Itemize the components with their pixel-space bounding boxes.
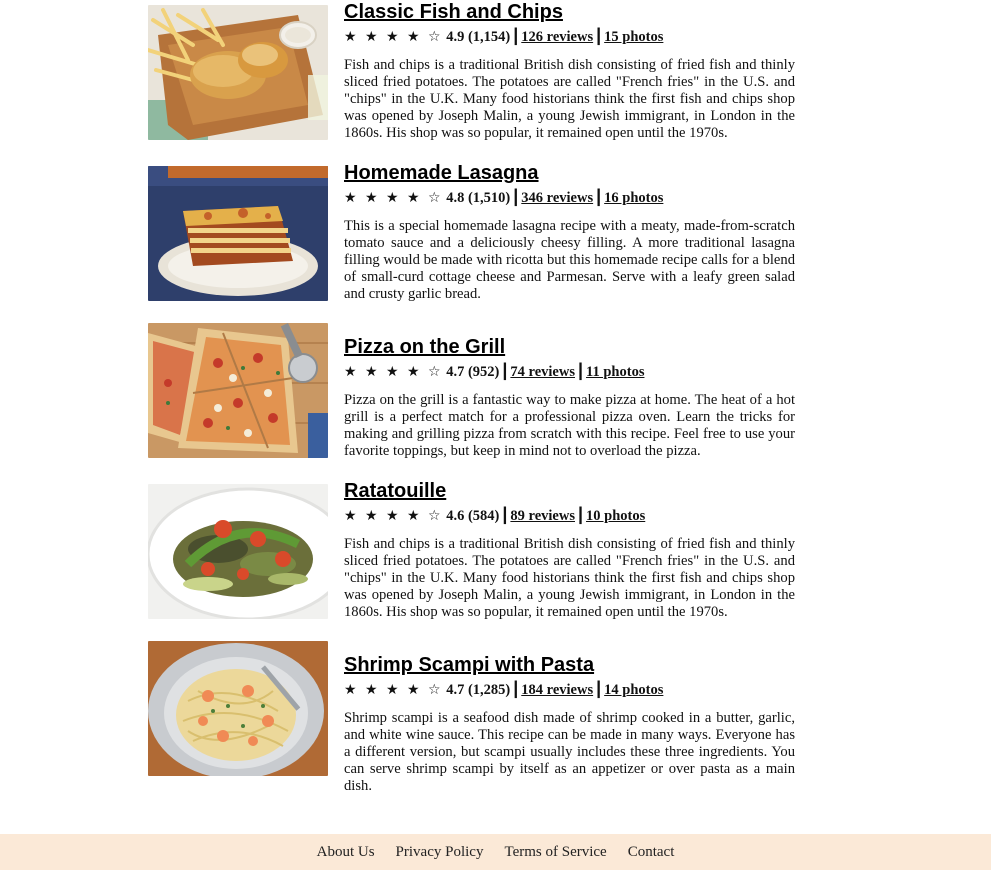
reviews-link[interactable]: 89 reviews (510, 508, 575, 524)
rating-score: 4.6 (584) (446, 508, 500, 524)
separator: | (502, 504, 508, 524)
recipe-description: Fish and chips is a traditional British … (344, 57, 795, 141)
star-rating-icon: ★ ★ ★ ★ ☆ (344, 508, 443, 524)
separator: | (596, 25, 602, 45)
separator: | (513, 186, 519, 206)
rating-score: 4.7 (1,285) (446, 682, 511, 698)
recipe-photo-pizza[interactable] (148, 323, 328, 458)
recipe-description: Shrimp scampi is a seafood dish made of … (344, 710, 795, 794)
separator: | (577, 504, 584, 524)
ratatouille-image (148, 484, 328, 619)
reviews-link[interactable]: 184 reviews (521, 682, 593, 698)
photos-link[interactable]: 10 photos (586, 508, 645, 524)
recipe-description: Pizza on the grill is a fantastic way to… (344, 392, 795, 459)
separator: | (513, 25, 519, 45)
recipe-info: Classic Fish and Chips ★ ★ ★ ★ ☆ 4.9 (1,… (344, 0, 795, 142)
star-rating-icon: ★ ★ ★ ★ ☆ (344, 682, 443, 698)
recipe-info: Ratatouille ★ ★ ★ ★ ☆ 4.6 (584) | 89 revie… (344, 479, 795, 621)
lasagna-image (148, 166, 328, 301)
recipe-description: Fish and chips is a traditional British … (344, 536, 795, 620)
recipe-photo-shrimp-scampi[interactable] (148, 641, 328, 776)
photos-link[interactable]: 16 photos (604, 190, 663, 206)
footer-link-contact[interactable]: Contact (628, 844, 675, 861)
recipe-info: Pizza on the Grill ★ ★ ★ ★ ☆ 4.7 (952) | 7… (344, 335, 795, 460)
footer-link-terms[interactable]: Terms of Service (504, 844, 606, 861)
recipe-photo-lasagna[interactable] (148, 166, 328, 301)
recipe-meta: ★ ★ ★ ★ ☆ 4.9 (1,154) | 126 reviews | 15 pho… (344, 24, 795, 48)
star-rating-icon: ★ ★ ★ ★ ☆ (344, 190, 443, 206)
recipe-meta: ★ ★ ★ ★ ☆ 4.8 (1,510) | 346 reviews | 16 pho… (344, 185, 795, 209)
separator: | (502, 360, 508, 380)
rating-score: 4.8 (1,510) (446, 190, 511, 206)
recipe-title-link[interactable]: Homemade Lasagna (344, 161, 795, 185)
star-rating-icon: ★ ★ ★ ★ ☆ (344, 364, 443, 380)
separator: | (513, 678, 519, 698)
fish-and-chips-image (148, 5, 328, 140)
site-footer: About Us Privacy Policy Terms of Service… (0, 834, 991, 870)
recipe-title-link[interactable]: Classic Fish and Chips (344, 0, 795, 24)
recipe-title-link[interactable]: Ratatouille (344, 479, 795, 503)
rating-score: 4.7 (952) (446, 364, 500, 380)
reviews-link[interactable]: 74 reviews (510, 364, 575, 380)
recipe-info: Homemade Lasagna ★ ★ ★ ★ ☆ 4.8 (1,510) | 3… (344, 161, 795, 303)
recipe-description: This is a special homemade lasagna recip… (344, 218, 795, 302)
reviews-link[interactable]: 126 reviews (521, 29, 593, 45)
pizza-image (148, 323, 328, 458)
recipe-title-link[interactable]: Pizza on the Grill (344, 335, 795, 359)
recipe-photo-fish-and-chips[interactable] (148, 5, 328, 140)
recipe-meta: ★ ★ ★ ★ ☆ 4.7 (952) | 74 reviews | 11 photos (344, 359, 795, 383)
separator: | (577, 360, 584, 380)
footer-link-privacy[interactable]: Privacy Policy (396, 844, 484, 861)
rating-score: 4.9 (1,154) (446, 29, 511, 45)
separator: | (596, 186, 602, 206)
shrimp-scampi-image (148, 641, 328, 776)
reviews-link[interactable]: 346 reviews (521, 190, 593, 206)
recipe-title-link[interactable]: Shrimp Scampi with Pasta (344, 653, 795, 677)
recipe-meta: ★ ★ ★ ★ ☆ 4.6 (584) | 89 reviews | 10 photos (344, 503, 795, 527)
photos-link[interactable]: 15 photos (604, 29, 663, 45)
separator: | (596, 678, 602, 698)
photos-link[interactable]: 11 photos (586, 364, 644, 380)
recipe-photo-ratatouille[interactable] (148, 484, 328, 619)
recipe-info: Shrimp Scampi with Pasta ★ ★ ★ ★ ☆ 4.7 (… (344, 653, 795, 795)
star-rating-icon: ★ ★ ★ ★ ☆ (344, 29, 443, 45)
footer-link-about[interactable]: About Us (317, 844, 375, 861)
recipe-meta: ★ ★ ★ ★ ☆ 4.7 (1,285) | 184 reviews | 14 pho… (344, 677, 795, 701)
photos-link[interactable]: 14 photos (604, 682, 663, 698)
